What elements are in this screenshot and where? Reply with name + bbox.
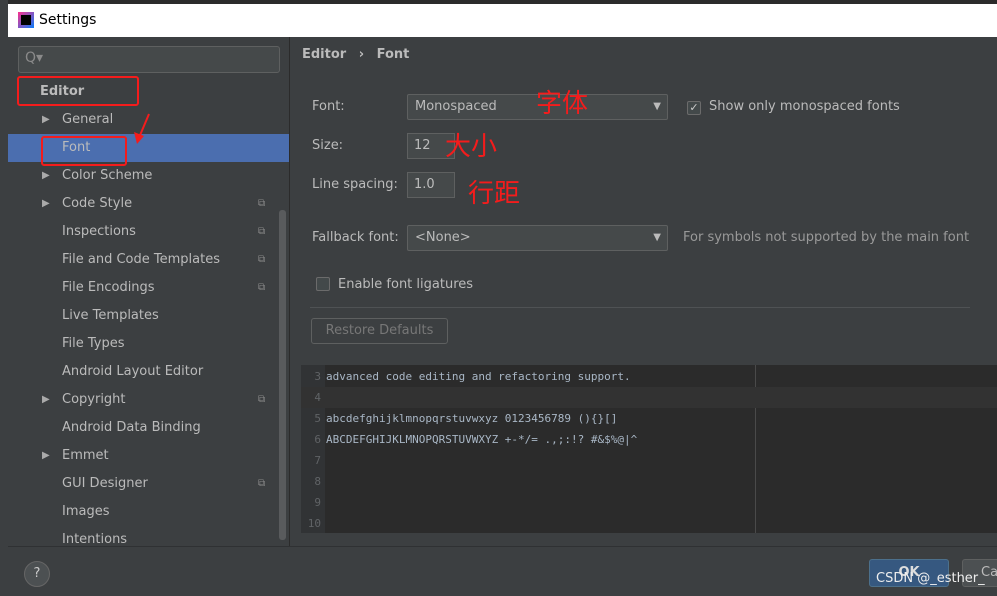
sidebar-item-file-and-code-templates[interactable]: File and Code Templates ⧉ [8, 246, 289, 274]
sidebar-item-label: Emmet [62, 448, 109, 463]
size-label: Size: [312, 138, 344, 153]
preview-line: 5 abcdefghijklmnopqrstuvwxyz 0123456789 (… [301, 408, 997, 429]
sidebar-item-label: File Encodings [62, 280, 155, 295]
preview-line: 10 [301, 513, 997, 534]
line-spacing-label: Line spacing: [312, 177, 398, 192]
line-text: advanced code editing and refactoring su… [326, 370, 631, 383]
expand-arrow-icon[interactable]: ▶ [42, 386, 50, 414]
sidebar-item-label: Intentions [62, 532, 128, 546]
annotation-spacing: 行距 [468, 179, 521, 209]
restore-defaults-button[interactable]: Restore Defaults [311, 318, 448, 344]
line-text: ABCDEFGHIJKLMNOPQRSTUVWXYZ +-*/= .,;:!? … [326, 433, 638, 446]
chevron-down-icon: ▼ [653, 232, 661, 243]
sidebar-item-label: File and Code Templates [62, 252, 220, 267]
sidebar-item-gui-designer[interactable]: GUI Designer ⧉ [8, 470, 289, 498]
sidebar-item-android-layout-editor[interactable]: Android Layout Editor [8, 358, 289, 386]
sidebar-item-label: Inspections [62, 224, 136, 239]
sidebar-scrollbar[interactable] [279, 210, 286, 540]
line-number: 8 [314, 475, 321, 488]
settings-search-input[interactable]: Q▾ [18, 46, 280, 73]
preview-line: 8 [301, 471, 997, 492]
preview-line: 4 [301, 387, 997, 408]
fallback-font-label: Fallback font: [312, 230, 399, 245]
preview-line: 3 advanced code editing and refactoring s… [301, 366, 997, 387]
annotation-box-editor [17, 76, 139, 106]
fallback-hint: For symbols not supported by the main fo… [683, 230, 970, 245]
sidebar-item-label: Copyright [62, 392, 126, 407]
background-window [0, 0, 8, 596]
sidebar-item-label: GUI Designer [62, 476, 148, 491]
line-number: 3 [314, 370, 321, 383]
chevron-down-icon: ▼ [653, 101, 661, 112]
preview-line: 6 ABCDEFGHIJKLMNOPQRSTUVWXYZ +-*/= .,;:!?… [301, 429, 997, 450]
expand-arrow-icon[interactable]: ▶ [42, 190, 50, 218]
breadcrumb-separator: › [358, 47, 365, 62]
font-preview-editor[interactable]: 3 advanced code editing and refactoring s… [301, 365, 997, 533]
line-text: abcdefghijklmnopqrstuvwxyz 0123456789 ()… [326, 412, 618, 425]
intellij-logo-icon [18, 12, 34, 28]
expand-arrow-icon[interactable]: ▶ [42, 162, 50, 190]
window-title: Settings [39, 12, 97, 28]
project-settings-icon: ⧉ [258, 282, 266, 293]
sidebar-item-live-templates[interactable]: Live Templates [8, 302, 289, 330]
dialog-footer: ? OK Ca CSDN @_esther_ [8, 546, 997, 596]
breadcrumb: Editor › Font [302, 47, 409, 62]
expand-arrow-icon[interactable]: ▶ [42, 106, 50, 134]
sidebar-item-label: File Types [62, 336, 125, 351]
preview-line: 9 [301, 492, 997, 513]
font-select-value: Monospaced [415, 99, 497, 114]
project-settings-icon: ⧉ [258, 394, 266, 405]
annotation-arrow-icon [134, 113, 150, 144]
sidebar-item-inspections[interactable]: Inspections ⧉ [8, 218, 289, 246]
project-settings-icon: ⧉ [258, 478, 266, 489]
sidebar-item-code-style[interactable]: ▶ Code Style ⧉ [8, 190, 289, 218]
ligatures-checkbox[interactable] [316, 277, 330, 291]
font-settings-panel: Editor › Font Font: Monospaced ▼ ✓ Show o… [290, 37, 997, 546]
line-spacing-input[interactable]: 1.0 [407, 172, 455, 198]
watermark: CSDN @_esther_ [876, 571, 985, 586]
preview-line: 7 [301, 450, 997, 471]
ligatures-label: Enable font ligatures [338, 277, 474, 292]
title-bar: Settings [8, 4, 997, 37]
sidebar-item-label: Color Scheme [62, 168, 153, 183]
project-settings-icon: ⧉ [258, 254, 266, 265]
breadcrumb-font: Font [376, 47, 410, 62]
fallback-select-value: <None> [415, 230, 471, 245]
show-monospaced-checkbox[interactable]: ✓ [687, 101, 701, 115]
separator [310, 307, 970, 308]
line-number: 4 [314, 391, 321, 404]
line-number: 5 [314, 412, 321, 425]
line-number: 7 [314, 454, 321, 467]
line-number: 9 [314, 496, 321, 509]
sidebar-item-label: Android Layout Editor [62, 364, 204, 379]
sidebar-item-file-types[interactable]: File Types [8, 330, 289, 358]
sidebar-item-label: Live Templates [62, 308, 159, 323]
fallback-font-select[interactable]: <None> ▼ [407, 225, 668, 251]
annotation-box-font [41, 136, 127, 166]
line-number: 6 [314, 433, 321, 446]
sidebar-item-label: General [62, 112, 114, 127]
show-monospaced-label: Show only monospaced fonts [709, 99, 900, 114]
breadcrumb-editor[interactable]: Editor [302, 47, 346, 62]
sidebar-item-android-data-binding[interactable]: Android Data Binding [8, 414, 289, 442]
checkmark-icon: ✓ [689, 101, 699, 114]
annotation-font: 字体 [536, 89, 589, 119]
help-button[interactable]: ? [24, 561, 50, 587]
sidebar-item-file-encodings[interactable]: File Encodings ⧉ [8, 274, 289, 302]
sidebar-item-images[interactable]: Images [8, 498, 289, 526]
sidebar-item-label: Images [62, 504, 110, 519]
project-settings-icon: ⧉ [258, 226, 266, 237]
sidebar-item-copyright[interactable]: ▶ Copyright ⧉ [8, 386, 289, 414]
sidebar-item-label: Android Data Binding [62, 420, 201, 435]
sidebar-item-label: Code Style [62, 196, 133, 211]
search-icon: Q▾ [25, 50, 44, 66]
sidebar-item-emmet[interactable]: ▶ Emmet [8, 442, 289, 470]
font-label: Font: [312, 99, 345, 114]
sidebar-item-intentions[interactable]: Intentions [8, 526, 289, 546]
project-settings-icon: ⧉ [258, 198, 266, 209]
sidebar-item-color-scheme[interactable]: ▶ Color Scheme [8, 162, 289, 190]
expand-arrow-icon[interactable]: ▶ [42, 442, 50, 470]
annotation-size: 大小 [445, 132, 498, 162]
line-number: 10 [307, 517, 321, 530]
